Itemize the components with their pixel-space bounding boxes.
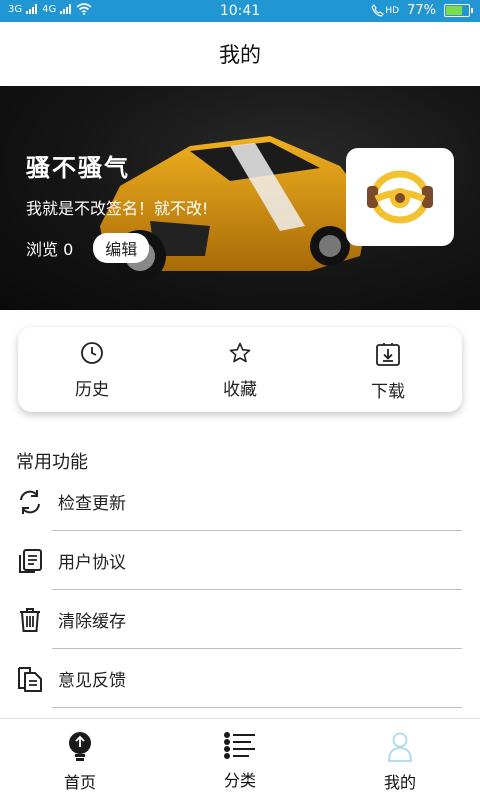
quick-action-label: 下载 (371, 382, 405, 402)
tab-home[interactable]: 首页 (0, 719, 160, 800)
tab-label: 分类 (223, 771, 256, 790)
quick-action-favorites[interactable]: 收藏 (166, 327, 314, 412)
hd-label: HD (385, 5, 400, 16)
list-icon (224, 732, 255, 759)
section-title: 常用功能 (16, 452, 88, 473)
feedback-icon (15, 664, 45, 694)
quick-actions-card: 历史 收藏 下载 (18, 327, 462, 412)
quick-action-downloads[interactable]: 下载 (314, 327, 462, 412)
divider (52, 707, 462, 708)
user-signature: 我就是不改签名！就不改! (26, 199, 209, 218)
battery-fill (446, 6, 462, 15)
tab-label: 我的 (383, 773, 416, 792)
function-clear-cache[interactable]: 清除缓存 (0, 590, 480, 649)
tab-label: 首页 (63, 773, 96, 792)
page-title: 我的 (219, 43, 261, 67)
hd-call-icon: HD (371, 4, 399, 17)
profile-meta-row: 浏览 0 编辑 (26, 233, 208, 263)
bottom-tab-bar: 首页 分类 我的 (0, 718, 480, 800)
steering-wheel-icon (367, 170, 433, 224)
battery-icon (444, 4, 473, 17)
refresh-icon (15, 487, 45, 517)
download-icon (376, 343, 400, 366)
quick-action-label: 历史 (75, 380, 109, 400)
quick-action-label: 收藏 (223, 380, 257, 400)
function-label: 检查更新 (58, 494, 126, 514)
function-feedback[interactable]: 意见反馈 (0, 649, 480, 708)
person-icon (388, 732, 412, 762)
tab-mine[interactable]: 我的 (320, 719, 480, 800)
quick-action-history[interactable]: 历史 (18, 327, 166, 412)
function-list: 检查更新 用户协议 清除缓存 意见反馈 (0, 472, 480, 708)
function-check-update[interactable]: 检查更新 (0, 472, 480, 531)
avatar[interactable] (346, 148, 454, 246)
document-icon (15, 546, 45, 576)
function-label: 用户协议 (58, 553, 126, 573)
tab-category[interactable]: 分类 (160, 719, 320, 800)
username: 骚不骚气 (26, 154, 130, 182)
function-label: 清除缓存 (58, 612, 126, 632)
profile-banner: 骚不骚气 我就是不改签名！就不改! 浏览 0 编辑 (0, 86, 480, 310)
clock-icon (81, 342, 103, 364)
views-count: 浏览 0 (26, 240, 74, 259)
trash-icon (15, 605, 45, 635)
profile-info: 骚不骚气 我就是不改签名！就不改! 浏览 0 编辑 (26, 148, 208, 263)
bulb-icon (69, 732, 91, 761)
battery-percent: 77% (407, 3, 436, 18)
edit-profile-button[interactable]: 编辑 (93, 233, 150, 263)
page-title-bar: 我的 (0, 22, 480, 86)
status-right: HD 77% (371, 3, 473, 18)
function-user-agreement[interactable]: 用户协议 (0, 531, 480, 590)
status-bar: 3G 4G 10:41 HD 77% (0, 0, 480, 22)
star-icon (229, 342, 251, 363)
function-label: 意见反馈 (58, 671, 126, 691)
